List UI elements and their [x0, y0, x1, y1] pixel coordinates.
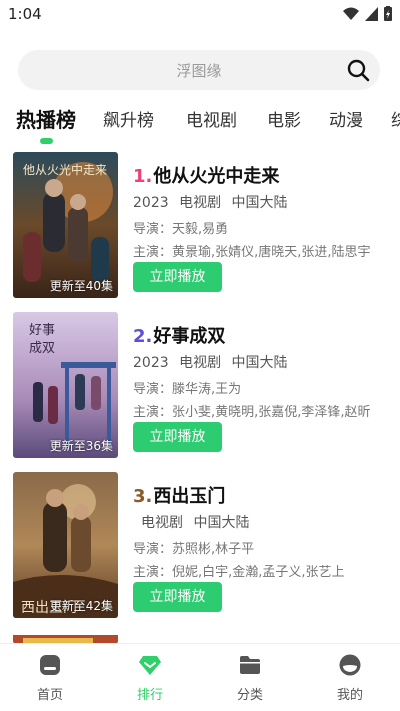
active-tab-indicator — [40, 138, 53, 144]
nav-label-category: 分类 — [236, 688, 263, 703]
rank-number: 2. — [133, 326, 153, 347]
cast-info: 主演：张小斐,黄晓明,张嘉倪,李泽锋,赵昕 — [133, 405, 371, 420]
svg-text:他从火光中走来: 他从火光中走来 — [23, 162, 107, 177]
play-now-button[interactable]: 立即播放 — [133, 262, 222, 292]
status-icons — [343, 6, 392, 21]
director-info: 导演：滕华涛,王为 — [133, 382, 242, 397]
title-row: 2.好事成双 — [133, 322, 225, 348]
search-icon[interactable] — [346, 58, 370, 82]
show-title[interactable]: 他从火光中走来 — [153, 166, 279, 187]
nav-ranking[interactable]: 排行 — [115, 654, 185, 703]
category: 电视剧 — [179, 195, 222, 211]
play-now-button[interactable]: 立即播放 — [133, 582, 222, 612]
nav-label-ranking: 排行 — [136, 688, 163, 703]
region: 中国大陆 — [231, 355, 288, 371]
search-placeholder: 浮图缘 — [176, 62, 222, 80]
svg-text:好事: 好事 — [29, 323, 55, 338]
tab-anime[interactable]: 动漫 — [329, 106, 363, 131]
director-info: 导演：天毅,易勇 — [133, 222, 229, 237]
nav-label-home: 首页 — [36, 688, 63, 703]
ranking-icon — [139, 656, 161, 675]
show-title[interactable]: 好事成双 — [153, 326, 225, 347]
tab-tv-series[interactable]: 电视剧 — [186, 106, 237, 131]
cast-info: 主演：黄景瑜,张婧仪,唐晓天,张进,陆思宇 — [133, 245, 371, 260]
bottom-navigation: 首页 排行 分类 我的 — [0, 643, 400, 711]
list-item[interactable]: 他从火光中走来 更新至40集 1.他从火光中走来 2023 电视剧 中国大陆 导… — [13, 152, 400, 298]
status-time: 1:04 — [8, 5, 42, 23]
tab-variety[interactable]: 综 — [391, 106, 400, 131]
tab-rising[interactable]: 飙升榜 — [103, 106, 154, 131]
svg-text:成双: 成双 — [29, 341, 55, 356]
home-icon — [40, 655, 60, 675]
episode-badge: 更新至42集 — [49, 599, 113, 613]
poster-image[interactable]: 他从火光中走来 更新至40集 — [13, 152, 118, 298]
poster-image[interactable]: 西出玉门 更新至42集 — [13, 472, 118, 618]
cast-info: 主演：倪妮,白宇,金瀚,孟子义,张艺上 — [133, 565, 345, 580]
title-row: 1.他从火光中走来 — [133, 162, 279, 188]
tab-movie[interactable]: 电影 — [267, 106, 301, 131]
category: 电视剧 — [179, 355, 222, 371]
nav-category[interactable]: 分类 — [215, 654, 285, 703]
meta-row: 2023 电视剧 中国大陆 — [133, 352, 294, 372]
region: 中国大陆 — [231, 195, 288, 211]
battery-icon — [384, 6, 392, 21]
year: 2023 — [133, 355, 169, 371]
rank-number: 3. — [133, 486, 153, 507]
year: 2023 — [133, 195, 169, 211]
title-row: 3.西出玉门 — [133, 482, 225, 508]
poster-image[interactable]: 好事 成双 更新至36集 — [13, 312, 118, 458]
profile-icon — [339, 654, 361, 676]
search-input[interactable]: 浮图缘 — [18, 50, 380, 90]
list-item[interactable]: 西出玉门 更新至42集 3.西出玉门 电视剧 中国大陆 导演：苏照彬,林子平 主… — [13, 472, 400, 618]
director-info: 导演：苏照彬,林子平 — [133, 542, 255, 557]
status-bar: 1:04 — [0, 0, 400, 28]
signal-icon — [365, 6, 378, 21]
category: 电视剧 — [141, 515, 183, 531]
episode-badge: 更新至40集 — [49, 279, 113, 293]
category-tabs: 热播榜 飙升榜 电视剧 电影 动漫 综 — [0, 100, 400, 144]
meta-row: 2023 电视剧 中国大陆 — [133, 192, 294, 212]
category-folder-icon — [240, 656, 260, 674]
nav-label-profile: 我的 — [336, 688, 363, 703]
tab-hot[interactable]: 热播榜 — [16, 104, 76, 133]
episode-badge: 更新至36集 — [49, 439, 113, 453]
rank-number: 1. — [133, 166, 153, 187]
region: 中国大陆 — [193, 515, 250, 531]
play-now-button[interactable]: 立即播放 — [133, 422, 222, 452]
list-item[interactable]: 好事 成双 更新至36集 2.好事成双 2023 电视剧 中国大陆 导演：滕华涛… — [13, 312, 400, 458]
wifi-icon — [343, 7, 359, 20]
nav-profile[interactable]: 我的 — [315, 654, 385, 703]
meta-row: 电视剧 中国大陆 — [141, 512, 255, 532]
show-title[interactable]: 西出玉门 — [153, 486, 225, 507]
nav-home[interactable]: 首页 — [15, 654, 85, 703]
